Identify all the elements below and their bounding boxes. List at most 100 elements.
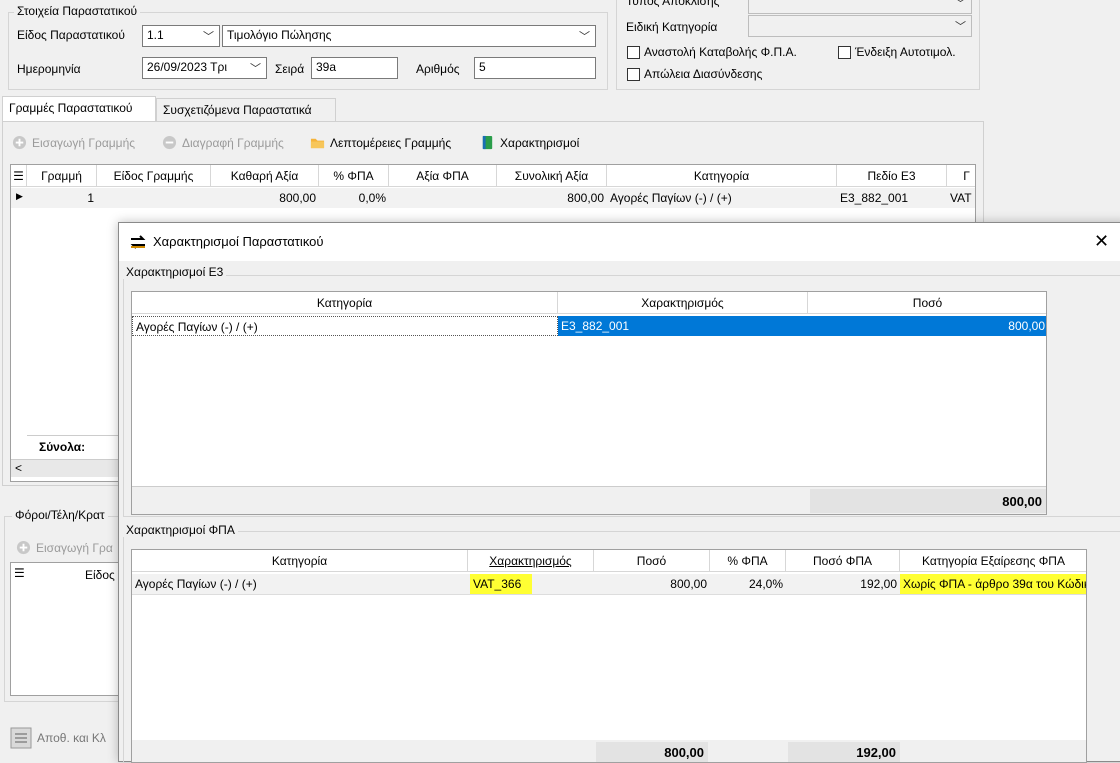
book-icon xyxy=(482,135,493,150)
e3-col-header-category[interactable]: Κατηγορία xyxy=(132,292,558,314)
date-picker[interactable]: 26/09/2023 Τρι ﹀ xyxy=(142,57,267,79)
taxes-group-title: Φόροι/Τέλη/Κρατ xyxy=(12,508,108,522)
insert-line-label: Εισαγωγή Γραμμής xyxy=(32,135,136,150)
col-header-total[interactable]: Συνολική Αξία xyxy=(497,165,607,187)
vat-cell-category: Αγορές Παγίων (-) / (+) xyxy=(135,577,257,591)
col-header-vat[interactable]: Αξία ΦΠΑ xyxy=(389,165,497,187)
e3-col-header-amount[interactable]: Ποσό xyxy=(808,292,1046,314)
e3-totals-row: 800,00 xyxy=(132,486,1046,514)
cell-net: 800,00 xyxy=(279,191,316,205)
checkbox-box xyxy=(627,45,640,59)
dialog-titlebar: Χαρακτηρισμοί Παραστατικού ✕ xyxy=(119,223,1120,261)
date-label: Ημερομηνία xyxy=(17,62,81,76)
vat-col-header-exemption[interactable]: Κατηγορία Εξαίρεσης ΦΠΑ xyxy=(900,550,1086,572)
tab-document-lines[interactable]: Γραμμές Παραστατικού xyxy=(2,96,156,122)
chevron-down-icon: ﹀ xyxy=(250,63,261,75)
e3-group-title: Χαρακτηρισμοί Ε3 xyxy=(123,265,227,279)
cell-vat xyxy=(389,188,497,208)
minus-circle-icon xyxy=(162,135,177,150)
col-header-category[interactable]: Κατηγορία xyxy=(607,165,837,187)
chevron-down-icon: ﹀ xyxy=(955,21,966,33)
vat-cell-characterization[interactable]: VAT_366 xyxy=(470,574,532,594)
vat-suspension-checkbox[interactable]: Αναστολή Καταβολής Φ.Π.Α. xyxy=(627,45,797,59)
grid-menu-icon: ☰ xyxy=(14,566,25,580)
delete-line-label: Διαγραφή Γραμμής xyxy=(182,135,284,150)
chevron-down-icon: ﹀ xyxy=(955,0,966,10)
vat-totals-row: 800,00 192,00 xyxy=(132,740,1086,762)
vat-group-title: Χαρακτηρισμοί ΦΠΑ xyxy=(123,523,238,537)
table-row[interactable]: ▶ 1 800,00 0,0% 800,00 Αγορές Παγίων (-)… xyxy=(11,188,975,208)
close-icon[interactable]: ✕ xyxy=(1094,231,1109,252)
cell-e3: E3_882_001 xyxy=(840,191,909,205)
delete-line-button[interactable]: Διαγραφή Γραμμής xyxy=(162,135,284,150)
doc-type-code-select[interactable]: 1.1 ﹀ xyxy=(142,25,220,47)
insert-tax-label: Εισαγωγή Γρα xyxy=(36,540,113,555)
delivery-type-select[interactable]: ﹀ xyxy=(748,0,972,14)
chevron-down-icon: ﹀ xyxy=(579,31,590,43)
doc-type-name-value: Τιμολόγιο Πώλησης xyxy=(227,28,332,42)
series-input[interactable]: 39a xyxy=(311,57,398,79)
vat-col-header-category[interactable]: Κατηγορία xyxy=(132,550,468,572)
taxes-grid[interactable]: ☰ Είδος xyxy=(10,562,126,696)
col-header-line[interactable]: Γραμμή xyxy=(27,165,97,187)
col-header-line-type[interactable]: Είδος Γραμμής xyxy=(97,165,211,187)
e3-total-amount: 800,00 xyxy=(810,489,1046,513)
cell-line: 1 xyxy=(87,191,94,205)
scroll-left-icon[interactable]: < xyxy=(15,461,22,475)
characterizations-label: Χαρακτηρισμοί xyxy=(500,135,580,150)
line-details-label: Λεπτομέρειες Γραμμής xyxy=(330,135,452,150)
insert-tax-button[interactable]: Εισαγωγή Γρα xyxy=(16,540,113,555)
table-row[interactable]: Αγορές Παγίων (-) / (+) E3_882_001 800,0… xyxy=(132,316,1046,336)
date-value: 26/09/2023 Τρι xyxy=(147,60,227,74)
cell-extra: VAT xyxy=(950,191,972,205)
number-input[interactable]: 5 xyxy=(474,57,596,79)
dialog-title: Χαρακτηρισμοί Παραστατικού xyxy=(153,234,324,249)
connection-loss-label: Απώλεια Διασύνδεσης xyxy=(644,67,763,81)
series-label: Σειρά xyxy=(275,62,305,76)
vat-col-header-characterization[interactable]: Χαρακτηρισμός xyxy=(468,550,594,572)
col-header-vat-pct[interactable]: % ΦΠΑ xyxy=(319,165,389,187)
col-header-tax-type: Είδος xyxy=(85,568,115,582)
table-row[interactable]: Αγορές Παγίων (-) / (+) VAT_366 800,00 2… xyxy=(132,574,1086,595)
cell-total: 800,00 xyxy=(567,191,604,205)
line-details-button[interactable]: Λεπτομέρειες Γραμμής xyxy=(310,135,451,150)
row-selector-header: ☰ xyxy=(11,165,27,187)
col-header-net[interactable]: Καθαρή Αξία xyxy=(211,165,319,187)
save-close-button[interactable]: Αποθ. και Κλ xyxy=(10,727,106,749)
vat-grid[interactable]: Κατηγορία Χαρακτηρισμός Ποσό % ΦΠΑ Ποσό … xyxy=(131,549,1087,763)
e3-cell-category: Αγορές Παγίων (-) / (+) xyxy=(132,316,558,336)
cell-line-type xyxy=(97,188,211,208)
plus-circle-icon xyxy=(12,135,27,150)
e3-grid[interactable]: Κατηγορία Χαρακτηρισμός Ποσό Αγορές Παγί… xyxy=(131,291,1047,515)
self-delivery-checkbox[interactable]: Ένδειξη Αυτοτιμολ. xyxy=(838,45,956,59)
tab-related-documents[interactable]: Συσχετιζόμενα Παραστατικά xyxy=(156,98,336,122)
vat-cell-exemption[interactable]: Χωρίς ΦΠΑ - άρθρο 39α του Κώδικα ΦΠΑ xyxy=(900,574,1086,594)
cell-category: Αγορές Παγίων (-) / (+) xyxy=(610,191,732,205)
vat-suspension-label: Αναστολή Καταβολής Φ.Π.Α. xyxy=(644,45,797,59)
doc-type-name-select[interactable]: Τιμολόγιο Πώλησης ﹀ xyxy=(222,25,596,47)
document-list-icon xyxy=(10,727,32,749)
insert-line-button[interactable]: Εισαγωγή Γραμμής xyxy=(12,135,135,150)
doc-type-label: Είδος Παραστατικού xyxy=(17,28,125,42)
vat-col-header-vat-pct[interactable]: % ΦΠΑ xyxy=(710,550,786,572)
connection-loss-checkbox[interactable]: Απώλεια Διασύνδεσης xyxy=(627,67,762,81)
col-header-extra[interactable]: Γ xyxy=(947,165,975,187)
special-category-select[interactable]: ﹀ xyxy=(748,15,972,37)
checkbox-box xyxy=(838,45,851,59)
plus-circle-icon xyxy=(16,540,31,555)
vat-col-header-amount[interactable]: Ποσό xyxy=(594,550,710,572)
characterizations-button[interactable]: Χαρακτηρισμοί xyxy=(480,135,579,150)
col-header-e3[interactable]: Πεδίο Ε3 xyxy=(837,165,947,187)
vat-cell-amount: 800,00 xyxy=(670,577,707,591)
delivery-type-label: Τύπος Αποκλισης xyxy=(626,0,720,8)
e3-col-header-characterization[interactable]: Χαρακτηρισμός xyxy=(558,292,808,314)
vat-col-header-vat-amount[interactable]: Ποσό ΦΠΑ xyxy=(786,550,900,572)
vat-cell-vat-amount: 192,00 xyxy=(860,577,897,591)
e3-cell-characterization[interactable]: E3_882_001 xyxy=(558,316,808,336)
cell-vat-pct: 0,0% xyxy=(358,191,386,205)
checkbox-box xyxy=(627,67,640,81)
folder-icon xyxy=(310,138,325,149)
chevron-down-icon: ﹀ xyxy=(203,31,214,43)
self-delivery-label: Ένδειξη Αυτοτιμολ. xyxy=(855,45,956,59)
number-label: Αριθμός xyxy=(416,62,460,76)
